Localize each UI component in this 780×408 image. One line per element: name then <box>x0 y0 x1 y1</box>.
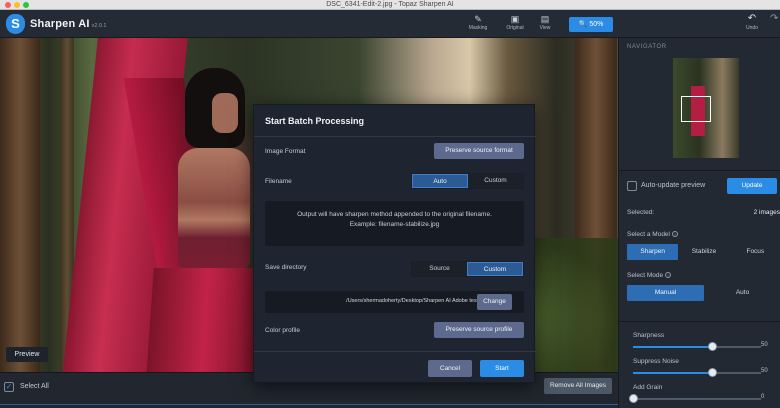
sharpness-value: 50 <box>761 342 768 348</box>
change-directory-button[interactable]: Change <box>477 294 512 310</box>
batch-processing-dialog: Start Batch Processing Image Format Pres… <box>253 104 536 383</box>
start-button[interactable]: Start <box>480 360 524 377</box>
add-grain-label: Add Grain <box>633 384 663 391</box>
divider <box>619 170 780 171</box>
sharpness-slider[interactable] <box>633 342 761 351</box>
navigator-thumbnail[interactable] <box>673 58 739 158</box>
canvas-photo-part <box>212 93 238 133</box>
dialog-title: Start Batch Processing <box>265 116 365 126</box>
mode-auto-button[interactable]: Auto <box>704 285 780 301</box>
directory-path-box: /Users/shermadoherty/Desktop/Sharpen AI … <box>265 291 524 313</box>
select-all-checkbox[interactable]: ✓ <box>4 382 14 392</box>
preview-button[interactable]: Preview <box>6 347 48 362</box>
suppress-noise-label: Suppress Noise <box>633 358 679 365</box>
masking-label: Masking <box>468 25 488 31</box>
app-name-text: Sharpen AI <box>30 18 90 30</box>
update-button[interactable]: Update <box>727 178 777 194</box>
mode-selector: Manual Auto <box>627 285 780 301</box>
navigator-viewport-box[interactable] <box>681 96 711 122</box>
image-format-button[interactable]: Preserve source format <box>434 143 524 159</box>
undo-icon: ↶ <box>747 13 757 24</box>
divider <box>254 351 536 352</box>
image-icon: ▣ <box>510 14 520 24</box>
filename-toggle: Auto Custom <box>411 173 524 189</box>
title-bar: DSC_6341-Edit-2.jpg - Topaz Sharpen AI <box>0 0 780 10</box>
divider <box>619 321 780 322</box>
view-label: View <box>539 25 551 31</box>
window-title: DSC_6341-Edit-2.jpg - Topaz Sharpen AI <box>326 1 454 8</box>
magnifier-icon: 🔍 <box>578 21 588 28</box>
suppress-noise-slider[interactable] <box>633 368 761 377</box>
undo-button[interactable]: ↶ Undo <box>742 13 762 31</box>
zoom-button[interactable]: 🔍 50% <box>569 17 613 32</box>
divider <box>254 136 536 137</box>
color-profile-button[interactable]: Preserve source profile <box>434 322 524 338</box>
view-icon: ▤ <box>540 14 550 24</box>
directory-source-button[interactable]: Source <box>412 262 467 276</box>
filename-auto-button[interactable]: Auto <box>412 174 469 188</box>
save-directory-label: Save directory <box>265 264 307 271</box>
model-stabilize-button[interactable]: Stabilize <box>678 244 730 260</box>
brush-icon: ✎ <box>474 14 482 24</box>
select-model-label: Select a Model? <box>627 231 678 238</box>
slider-fill <box>633 372 713 374</box>
directory-custom-button[interactable]: Custom <box>466 262 523 276</box>
canvas-photo-part <box>178 148 250 268</box>
model-selector: Sharpen Stabilize Focus <box>627 244 780 260</box>
select-all-label: Select All <box>20 383 49 390</box>
select-mode-text: Select Mode <box>627 272 664 279</box>
slider-knob[interactable] <box>708 368 718 377</box>
sharpen-logo-icon: S <box>6 14 25 34</box>
auto-update-checkbox[interactable] <box>627 181 637 191</box>
canvas-photo-part <box>0 38 40 372</box>
suppress-noise-value: 50 <box>761 368 768 374</box>
directory-path: /Users/shermadoherty/Desktop/Sharpen AI … <box>346 298 481 304</box>
app-header: S Sharpen AI v2.0.1 ✎ Masking ▣ Original … <box>0 10 780 38</box>
model-focus-button[interactable]: Focus <box>729 244 780 260</box>
redo-icon[interactable]: ↷ <box>770 13 778 24</box>
slider-knob[interactable] <box>629 394 638 403</box>
sharpness-label: Sharpness <box>633 332 665 339</box>
add-grain-slider[interactable] <box>629 394 761 403</box>
filename-label: Filename <box>265 178 292 185</box>
image-format-label: Image Format <box>265 148 306 155</box>
select-model-text: Select a Model <box>627 231 670 238</box>
app-version: v2.0.1 <box>91 23 107 29</box>
filmstrip-divider <box>0 404 618 405</box>
right-panel: NAVIGATOR Auto-update preview Update Sel… <box>618 38 780 408</box>
app-name: Sharpen AI v2.0.1 <box>30 18 107 30</box>
slider-knob[interactable] <box>708 342 718 351</box>
remove-all-images-button[interactable]: Remove All Images <box>544 378 612 394</box>
color-profile-label: Color profile <box>265 327 301 334</box>
help-icon[interactable]: ? <box>665 272 672 278</box>
help-icon[interactable]: ? <box>672 231 678 237</box>
model-sharpen-button[interactable]: Sharpen <box>627 244 679 260</box>
slider-fill <box>633 346 713 348</box>
save-directory-toggle: Source Custom <box>411 261 524 277</box>
undo-label: Undo <box>746 25 758 31</box>
filename-info-box: Output will have sharpen method appended… <box>265 201 524 246</box>
masking-tool[interactable]: ✎ Masking <box>465 14 491 32</box>
filename-example-text: Example: filename-stabilize.jpg <box>349 221 440 228</box>
filename-custom-button[interactable]: Custom <box>468 174 523 188</box>
cancel-button[interactable]: Cancel <box>428 360 472 377</box>
canvas-photo-part <box>146 268 264 372</box>
selected-label: Selected: <box>627 209 655 216</box>
original-tool[interactable]: ▣ Original <box>502 14 528 32</box>
zoom-level: 50% <box>589 21 604 28</box>
auto-update-label: Auto-update preview <box>641 182 706 189</box>
view-tool[interactable]: ▤ View <box>532 14 558 32</box>
add-grain-value: 0 <box>761 394 765 400</box>
filename-info-text: Output will have sharpen method appended… <box>297 211 492 218</box>
original-label: Original <box>506 25 524 31</box>
mode-manual-button[interactable]: Manual <box>627 285 704 301</box>
select-mode-label: Select Mode? <box>627 272 672 279</box>
selected-count: 2 images <box>753 209 780 216</box>
navigator-heading: NAVIGATOR <box>627 44 667 50</box>
